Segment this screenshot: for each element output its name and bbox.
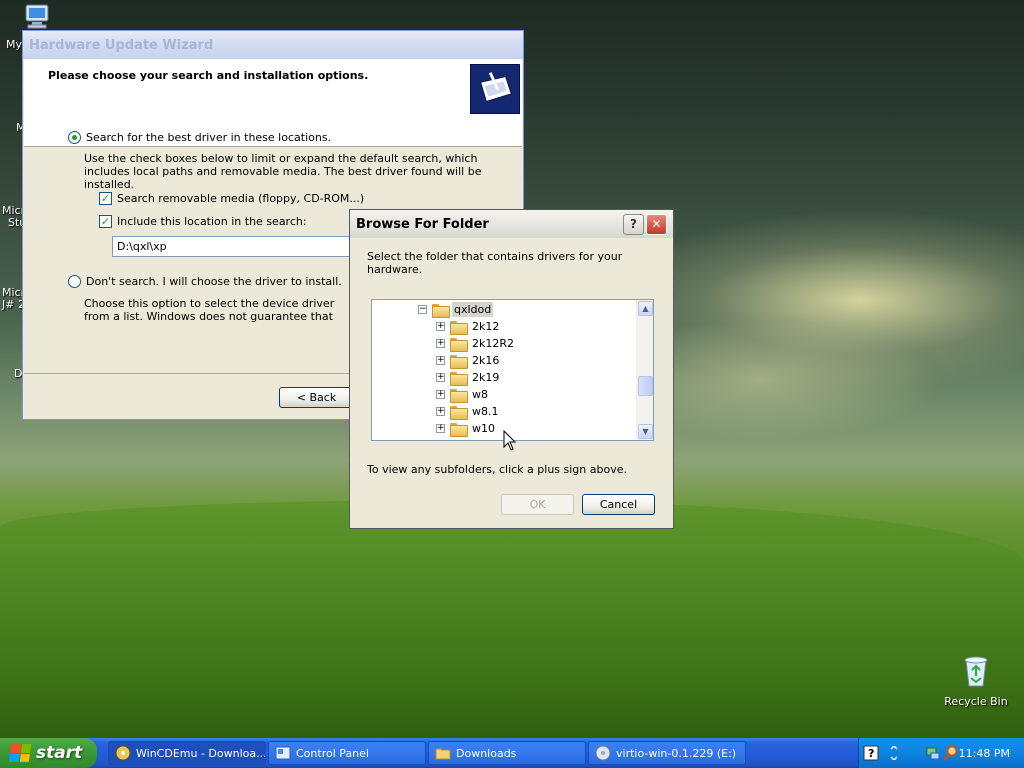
desktop-wallpaper-hills [0,500,1024,740]
browse-instruction: Select the folder that contains drivers … [367,250,623,276]
help-button[interactable]: ? [623,213,644,235]
folder-icon [435,748,451,760]
my-computer-icon[interactable] [22,3,54,31]
expand-icon[interactable]: + [436,373,445,382]
wizard-title: Hardware Update Wizard [29,37,214,53]
taskbar-button-virtio-drive[interactable]: virtio-win-0.1.229 (E:) [588,741,746,765]
folder-icon [450,337,468,352]
desktop-icon-label-my-computer: My [6,38,23,51]
system-tray: ? 11:48 PM [858,738,1024,768]
close-button[interactable]: ✕ [646,213,667,235]
taskbar: start WinCDEmu - Downloa... Control Pane… [0,738,1024,768]
dont-search-radio[interactable]: Don't search. I will choose the driver t… [68,275,342,288]
taskbar-button-label: virtio-win-0.1.229 (E:) [616,746,737,760]
search-best-driver-description: Use the check boxes below to limit or ex… [84,152,482,191]
tree-item[interactable]: + 2k12R2 [436,335,516,352]
tree-item-label: w8.1 [472,405,499,418]
folder-icon [450,405,468,420]
back-button[interactable]: < Back [279,387,354,408]
clock[interactable]: 11:48 PM [959,747,1010,760]
scroll-down-arrow-icon[interactable]: ▼ [638,424,653,439]
scroll-up-arrow-icon[interactable]: ▲ [638,301,653,316]
tree-item-qxldod[interactable]: − qxldod [418,301,494,318]
removable-media-checkbox-row[interactable]: ✓ Search removable media (floppy, CD-ROM… [99,192,364,205]
tree-item-label: 2k12 [472,320,500,333]
mouse-pointer-icon [503,430,517,451]
tree-item-label: w10 [472,422,495,435]
expand-icon[interactable]: + [436,424,445,433]
expand-icon[interactable]: + [436,407,445,416]
browse-title: Browse For Folder [356,216,489,232]
tree-item[interactable]: + 2k12 [436,318,501,335]
location-path-field[interactable]: D:\qxl\xp [112,236,352,257]
scroll-thumb[interactable] [638,376,653,396]
ok-button[interactable]: OK [501,494,574,515]
tree-item-label: qxldod [452,302,494,317]
taskbar-button-label: Control Panel [296,746,369,760]
search-tray-icon[interactable] [943,745,959,761]
tree-item[interactable]: + w10 [436,420,497,437]
hardware-icon [470,64,520,114]
start-button[interactable]: start [0,738,97,768]
folder-icon [450,422,468,437]
chevron-icon[interactable] [889,746,899,760]
tree-item-label: w8 [472,388,488,401]
expand-icon[interactable]: + [436,390,445,399]
tree-item[interactable]: + 2k19 [436,369,501,386]
include-location-checkbox-row[interactable]: ✓ Include this location in the search: [99,215,307,228]
taskbar-button-downloads[interactable]: Downloads [428,741,586,765]
dont-search-label: Don't search. I will choose the driver t… [86,275,342,288]
taskbar-button-control-panel[interactable]: Control Panel [268,741,426,765]
taskbar-button-label: Downloads [456,746,517,760]
wizard-header-title: Please choose your search and installati… [48,69,369,82]
expand-icon[interactable]: + [436,339,445,348]
taskbar-button-wincdemu[interactable]: WinCDEmu - Downloa... [108,741,266,765]
tree-item[interactable]: + w8.1 [436,403,501,420]
tree-item[interactable]: + w8 [436,386,490,403]
taskbar-button-label: WinCDEmu - Downloa... [136,746,266,760]
wizard-titlebar[interactable]: Hardware Update Wizard [23,31,523,59]
folder-icon [450,320,468,335]
folder-icon [450,388,468,403]
search-best-driver-label: Search for the best driver in these loca… [86,131,332,144]
expand-icon[interactable]: + [436,356,445,365]
tree-item-label: 2k16 [472,354,500,367]
include-location-label: Include this location in the search: [117,215,307,228]
tree-item[interactable]: + 2k16 [436,352,501,369]
wincdemu-icon [115,745,131,761]
radio-button-selected[interactable] [68,131,81,144]
browse-hint: To view any subfolders, click a plus sig… [367,463,627,476]
cd-drive-icon [595,745,611,761]
expand-icon[interactable]: + [436,322,445,331]
tree-item-label: 2k12R2 [472,337,515,350]
network-tray-icon[interactable] [925,745,941,761]
control-panel-icon [275,746,291,760]
removable-media-label: Search removable media (floppy, CD-ROM..… [117,192,365,205]
help-tray-icon[interactable]: ? [863,745,879,761]
browse-for-folder-dialog[interactable]: Browse For Folder ? ✕ Select the folder … [349,209,674,529]
collapse-icon[interactable]: − [418,305,427,314]
windows-logo-icon [8,744,32,762]
removable-media-checkbox[interactable]: ✓ [99,192,112,205]
dont-search-description: Choose this option to select the device … [84,297,349,325]
include-location-checkbox[interactable]: ✓ [99,215,112,228]
tree-scrollbar[interactable]: ▲ ▼ [636,300,653,440]
tree-item-label: 2k19 [472,371,500,384]
folder-open-icon [432,303,450,318]
folder-icon [450,354,468,369]
folder-tree[interactable]: − qxldod + 2k12 + 2k12R2 + 2k16 + 2k19 +… [371,299,654,441]
start-label: start [36,743,83,763]
radio-button-unselected[interactable] [68,275,81,288]
recycle-bin[interactable]: Recycle Bin [944,654,1008,708]
search-best-driver-radio[interactable]: Search for the best driver in these loca… [68,131,331,144]
svg-text:?: ? [868,747,874,760]
browse-titlebar[interactable]: Browse For Folder ? ✕ [350,210,673,238]
recycle-bin-icon [964,656,988,687]
recycle-bin-label: Recycle Bin [944,695,1008,708]
folder-icon [450,371,468,386]
cancel-button[interactable]: Cancel [582,494,655,515]
